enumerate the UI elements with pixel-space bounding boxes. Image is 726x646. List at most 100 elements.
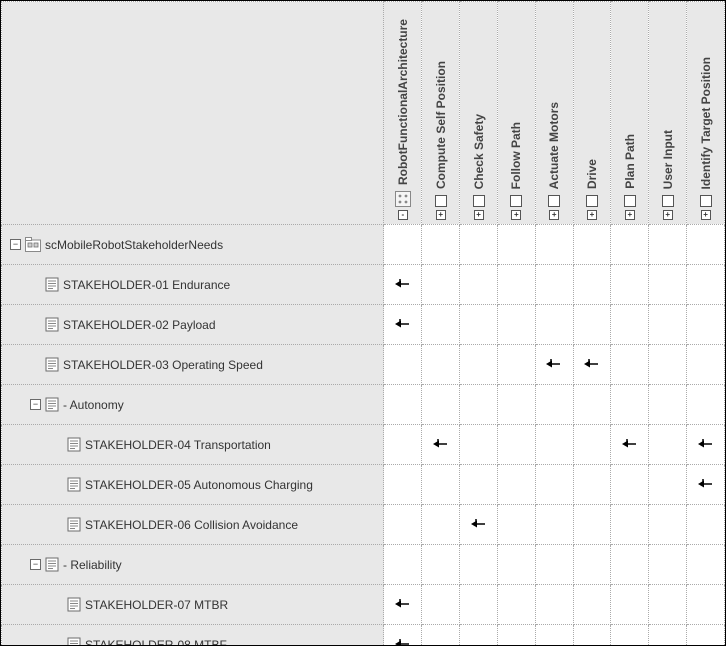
expand-icon[interactable]: + — [436, 210, 446, 220]
matrix-cell[interactable] — [611, 425, 649, 465]
column-header[interactable]: Actuate Motors+ — [535, 2, 573, 225]
matrix-cell[interactable] — [535, 545, 573, 585]
matrix-cell[interactable] — [422, 585, 460, 625]
column-header[interactable]: Follow Path+ — [497, 2, 535, 225]
matrix-cell[interactable] — [422, 265, 460, 305]
matrix-cell[interactable] — [573, 425, 611, 465]
row-header[interactable]: STAKEHOLDER-08 MTBF — [2, 625, 384, 646]
matrix-cell[interactable] — [460, 585, 498, 625]
matrix-cell[interactable] — [687, 625, 725, 646]
row-header[interactable]: STAKEHOLDER-01 Endurance — [2, 265, 384, 305]
matrix-cell[interactable] — [384, 465, 422, 505]
matrix-cell[interactable] — [384, 545, 422, 585]
matrix-cell[interactable] — [573, 385, 611, 425]
row-header[interactable]: −- Reliability — [2, 545, 384, 585]
matrix-cell[interactable] — [687, 425, 725, 465]
column-header[interactable]: Identify Target Position+ — [687, 2, 725, 225]
matrix-cell[interactable] — [422, 305, 460, 345]
matrix-cell[interactable] — [460, 545, 498, 585]
matrix-cell[interactable] — [535, 345, 573, 385]
matrix-cell[interactable] — [649, 305, 687, 345]
matrix-cell[interactable] — [535, 225, 573, 265]
matrix-cell[interactable] — [497, 425, 535, 465]
expand-icon[interactable]: + — [511, 210, 521, 220]
matrix-cell[interactable] — [497, 465, 535, 505]
row-header[interactable]: STAKEHOLDER-03 Operating Speed — [2, 345, 384, 385]
matrix-cell[interactable] — [611, 545, 649, 585]
matrix-cell[interactable] — [535, 465, 573, 505]
matrix-cell[interactable] — [422, 545, 460, 585]
matrix-cell[interactable] — [497, 225, 535, 265]
expand-icon[interactable]: + — [549, 210, 559, 220]
matrix-cell[interactable] — [384, 625, 422, 646]
matrix-cell[interactable] — [460, 305, 498, 345]
column-header[interactable]: User Input+ — [649, 2, 687, 225]
matrix-cell[interactable] — [611, 585, 649, 625]
expand-icon[interactable]: + — [625, 210, 635, 220]
matrix-cell[interactable] — [649, 465, 687, 505]
matrix-cell[interactable] — [535, 425, 573, 465]
matrix-cell[interactable] — [573, 585, 611, 625]
matrix-cell[interactable] — [460, 625, 498, 646]
matrix-cell[interactable] — [384, 345, 422, 385]
matrix-cell[interactable] — [687, 305, 725, 345]
matrix-cell[interactable] — [687, 225, 725, 265]
matrix-cell[interactable] — [611, 305, 649, 345]
matrix-cell[interactable] — [611, 465, 649, 505]
row-header[interactable]: STAKEHOLDER-04 Transportation — [2, 425, 384, 465]
matrix-cell[interactable] — [649, 345, 687, 385]
matrix-cell[interactable] — [573, 545, 611, 585]
matrix-cell[interactable] — [573, 265, 611, 305]
matrix-cell[interactable] — [649, 385, 687, 425]
matrix-cell[interactable] — [573, 465, 611, 505]
matrix-cell[interactable] — [384, 505, 422, 545]
matrix-cell[interactable] — [460, 385, 498, 425]
matrix-cell[interactable] — [573, 305, 611, 345]
matrix-cell[interactable] — [687, 465, 725, 505]
matrix-cell[interactable] — [687, 545, 725, 585]
matrix-cell[interactable] — [497, 305, 535, 345]
matrix-cell[interactable] — [687, 345, 725, 385]
matrix-cell[interactable] — [611, 625, 649, 646]
collapse-icon[interactable]: − — [10, 239, 21, 250]
matrix-cell[interactable] — [460, 265, 498, 305]
matrix-cell[interactable] — [384, 305, 422, 345]
column-header[interactable]: RobotFunctionalArchitecture- — [384, 2, 422, 225]
matrix-cell[interactable] — [422, 345, 460, 385]
column-header[interactable]: Drive+ — [573, 2, 611, 225]
expand-icon[interactable]: + — [474, 210, 484, 220]
matrix-cell[interactable] — [573, 345, 611, 385]
matrix-cell[interactable] — [649, 625, 687, 646]
row-header[interactable]: STAKEHOLDER-02 Payload — [2, 305, 384, 345]
matrix-cell[interactable] — [535, 385, 573, 425]
matrix-cell[interactable] — [422, 385, 460, 425]
collapse-icon[interactable]: - — [398, 210, 408, 220]
matrix-cell[interactable] — [384, 585, 422, 625]
matrix-cell[interactable] — [649, 225, 687, 265]
matrix-cell[interactable] — [687, 265, 725, 305]
column-header[interactable]: Compute Self Position+ — [422, 2, 460, 225]
matrix-cell[interactable] — [611, 265, 649, 305]
matrix-cell[interactable] — [460, 465, 498, 505]
matrix-cell[interactable] — [611, 345, 649, 385]
matrix-cell[interactable] — [422, 425, 460, 465]
matrix-cell[interactable] — [497, 585, 535, 625]
matrix-cell[interactable] — [687, 505, 725, 545]
expand-icon[interactable]: + — [587, 210, 597, 220]
matrix-cell[interactable] — [535, 505, 573, 545]
matrix-cell[interactable] — [497, 385, 535, 425]
matrix-cell[interactable] — [535, 585, 573, 625]
matrix-cell[interactable] — [497, 345, 535, 385]
matrix-cell[interactable] — [687, 585, 725, 625]
matrix-cell[interactable] — [649, 265, 687, 305]
matrix-cell[interactable] — [384, 425, 422, 465]
matrix-cell[interactable] — [460, 425, 498, 465]
matrix-cell[interactable] — [687, 385, 725, 425]
matrix-cell[interactable] — [384, 265, 422, 305]
matrix-cell[interactable] — [535, 305, 573, 345]
matrix-cell[interactable] — [422, 505, 460, 545]
matrix-cell[interactable] — [573, 225, 611, 265]
matrix-cell[interactable] — [649, 545, 687, 585]
matrix-cell[interactable] — [422, 625, 460, 646]
collapse-icon[interactable]: − — [30, 399, 41, 410]
